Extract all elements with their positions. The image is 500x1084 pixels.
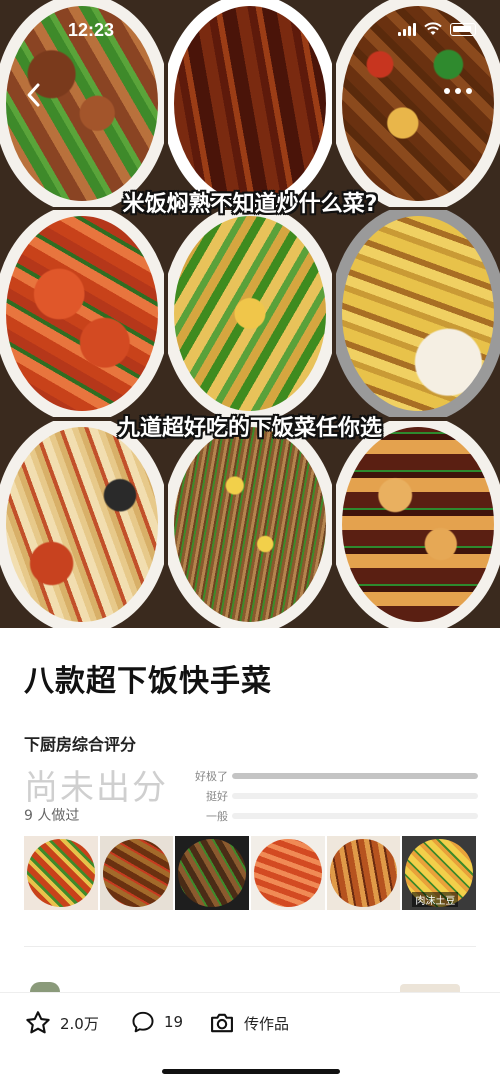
chevron-left-icon <box>27 83 40 107</box>
rating-score: 尚未出分 <box>24 768 168 808</box>
work-thumbnail[interactable]: 肉沫土豆 <box>402 836 477 910</box>
status-icons <box>398 22 476 36</box>
work-thumbnail[interactable] <box>251 836 325 910</box>
rating-distribution: 好极了 挺好 一般 <box>190 766 478 826</box>
comment-button[interactable]: 19 <box>130 1009 183 1035</box>
avatar[interactable] <box>30 982 60 992</box>
camera-icon <box>211 1013 233 1033</box>
work-thumbnail[interactable] <box>99 836 174 910</box>
rating-bar-fill <box>232 773 478 779</box>
rating-bar-label: 一般 <box>206 810 228 823</box>
rating-bar-track <box>232 773 478 779</box>
upload-work-button[interactable]: 传作品 <box>208 1009 289 1037</box>
rating-bar-row: 一般 <box>190 806 478 826</box>
work-thumbnail[interactable] <box>175 836 250 910</box>
dish-photo-shrimp <box>0 210 164 417</box>
rating-bar-row: 挺好 <box>190 786 478 806</box>
favorite-count: 2.0万 <box>60 1014 99 1033</box>
rating-bar-label: 挺好 <box>206 790 228 803</box>
status-bar: 12:23 <box>0 0 500 64</box>
user-works-strip[interactable]: 肉沫土豆 <box>24 836 477 910</box>
section-divider <box>24 946 476 947</box>
cover-caption-top: 米饭焖熟不知道炒什么菜? <box>122 192 378 217</box>
battery-icon <box>450 23 476 36</box>
rating-section-label: 下厨房综合评分 <box>24 735 137 754</box>
dish-photo-pepper-egg <box>168 210 332 417</box>
home-indicator <box>162 1069 340 1074</box>
more-button[interactable] <box>444 88 472 94</box>
dish-photo-bean-sprouts <box>168 421 332 628</box>
back-button[interactable] <box>24 80 50 110</box>
work-thumbnail[interactable] <box>326 836 401 910</box>
work-thumbnail[interactable] <box>24 836 98 910</box>
comment-icon <box>132 1011 154 1033</box>
rating-bar-track <box>232 793 478 799</box>
dish-photo-mushroom-sausage <box>0 421 164 628</box>
work-thumbnail-tag: 肉沫土豆 <box>412 892 459 907</box>
recipe-title: 八款超下饭快手菜 <box>24 664 272 699</box>
dish-photo-tofu <box>336 421 500 628</box>
dish-photo-minced-potato <box>336 210 500 417</box>
signal-icon <box>398 22 416 36</box>
made-count[interactable]: 9 人做过 <box>24 805 79 825</box>
recipe-cover-image[interactable]: 米饭焖熟不知道炒什么菜? 九道超好吃的下饭菜任你选 <box>0 0 500 628</box>
rating-bar-row: 好极了 <box>190 766 478 786</box>
star-icon <box>26 1011 50 1034</box>
rating-bar-label: 好极了 <box>195 770 228 783</box>
favorite-button[interactable]: 2.0万 <box>24 1009 99 1037</box>
content-peek <box>400 984 460 992</box>
cover-caption-bottom: 九道超好吃的下饭菜任你选 <box>117 416 382 441</box>
wifi-icon <box>424 22 442 35</box>
more-dots-icon <box>444 88 450 94</box>
upload-work-label: 传作品 <box>244 1014 290 1033</box>
bottom-action-bar: 2.0万 19 传作品 <box>0 992 500 1084</box>
status-time: 12:23 <box>68 20 115 40</box>
rating-bar-track <box>232 813 478 819</box>
comment-count: 19 <box>164 1013 184 1031</box>
